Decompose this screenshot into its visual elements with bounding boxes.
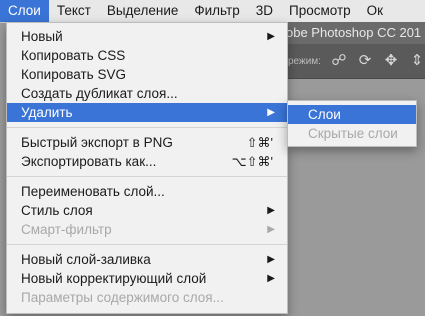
menu-separator [7,244,287,245]
menu-item-content-options-label: Параметры содержимого слоя... [21,290,224,305]
pan-icon[interactable]: ✥ [383,52,399,70]
submenu-item-hidden-layers: Скрытые слои [288,124,416,143]
menu-item-content-options: Параметры содержимого слоя... [7,288,287,307]
menu-item-new-adjust-label: Новый корректирующий слой [21,271,207,286]
submenu-arrow-icon: ▶ [267,254,275,265]
photoshop-window: obe Photoshop CC 201 режим: ☍ ⟳ ✥ ⇕ [286,22,425,316]
submenu-arrow-icon: ▶ [267,31,275,42]
menu-item-layer-style[interactable]: Стиль слоя ▶ [7,201,287,220]
delete-submenu: Слои Скрытые слои [287,100,417,147]
menu-item-duplicate[interactable]: Создать дубликат слоя... [7,84,287,103]
menu-item-new-label: Новый [21,29,63,44]
menu-item-quick-export[interactable]: Быстрый экспорт в PNG ⇧⌘' [7,133,287,152]
submenu-item-layers[interactable]: Слои [288,105,416,124]
window-title-text: obe Photoshop CC 201 [286,25,422,40]
menu-item-copy-css-label: Копировать CSS [21,48,126,63]
mode-label: режим: [288,55,321,67]
menu-item-delete-label: Удалить [21,105,73,120]
orbit-icon[interactable]: ☍ [331,52,347,70]
menu-separator [7,176,287,177]
shortcut: ⇧⌘' [246,135,273,150]
menu-item-rename-label: Переименовать слой... [21,184,165,199]
shortcut: ⌥⇧⌘' [231,154,273,169]
menu-item-smart-filter-label: Смарт-фильтр [21,222,112,237]
submenu-item-layers-label: Слои [308,107,341,122]
menu-item-rename[interactable]: Переименовать слой... [7,182,287,201]
slide-icon[interactable]: ⇕ [409,52,425,70]
menu-item-copy-svg-label: Копировать SVG [21,67,126,82]
menu-select[interactable]: Выделение [99,0,187,22]
menu-item-export-as[interactable]: Экспортировать как... ⌥⇧⌘' [7,152,287,171]
menu-text[interactable]: Текст [49,0,99,22]
menu-item-delete[interactable]: Удалить ▶ [7,103,287,122]
menu-layers[interactable]: Слои [0,0,49,22]
menu-item-new-adjustment-layer[interactable]: Новый корректирующий слой ▶ [7,269,287,288]
options-bar: режим: ☍ ⟳ ✥ ⇕ [286,44,425,79]
menu-filter[interactable]: Фильтр [186,0,247,22]
menu-item-duplicate-label: Создать дубликат слоя... [21,86,178,101]
menu-view[interactable]: Просмотр [281,0,359,22]
submenu-arrow-icon: ▶ [267,107,275,118]
submenu-arrow-icon: ▶ [267,205,275,216]
window-title: obe Photoshop CC 201 [286,22,425,44]
submenu-arrow-icon: ▶ [267,273,275,284]
menu-item-new-fill-layer[interactable]: Новый слой-заливка ▶ [7,250,287,269]
menu-bar: Слои Текст Выделение Фильтр 3D Просмотр … [0,0,425,23]
menu-window[interactable]: Ок [359,0,391,22]
menu-item-quick-export-label: Быстрый экспорт в PNG [21,135,173,150]
menu-item-copy-svg[interactable]: Копировать SVG [7,65,287,84]
menu-item-new-fill-label: Новый слой-заливка [21,252,151,267]
menu-item-new[interactable]: Новый ▶ [7,27,287,46]
submenu-item-hidden-layers-label: Скрытые слои [308,126,398,141]
menu-separator [7,127,287,128]
menu-3d[interactable]: 3D [248,0,281,22]
submenu-arrow-icon: ▶ [267,224,275,235]
menu-item-copy-css[interactable]: Копировать CSS [7,46,287,65]
layers-dropdown-menu: Новый ▶ Копировать CSS Копировать SVG Со… [6,22,288,314]
menu-item-layer-style-label: Стиль слоя [21,203,93,218]
menu-item-smart-filter: Смарт-фильтр ▶ [7,220,287,239]
menu-item-export-as-label: Экспортировать как... [21,154,157,169]
rotate-icon[interactable]: ⟳ [357,52,373,70]
